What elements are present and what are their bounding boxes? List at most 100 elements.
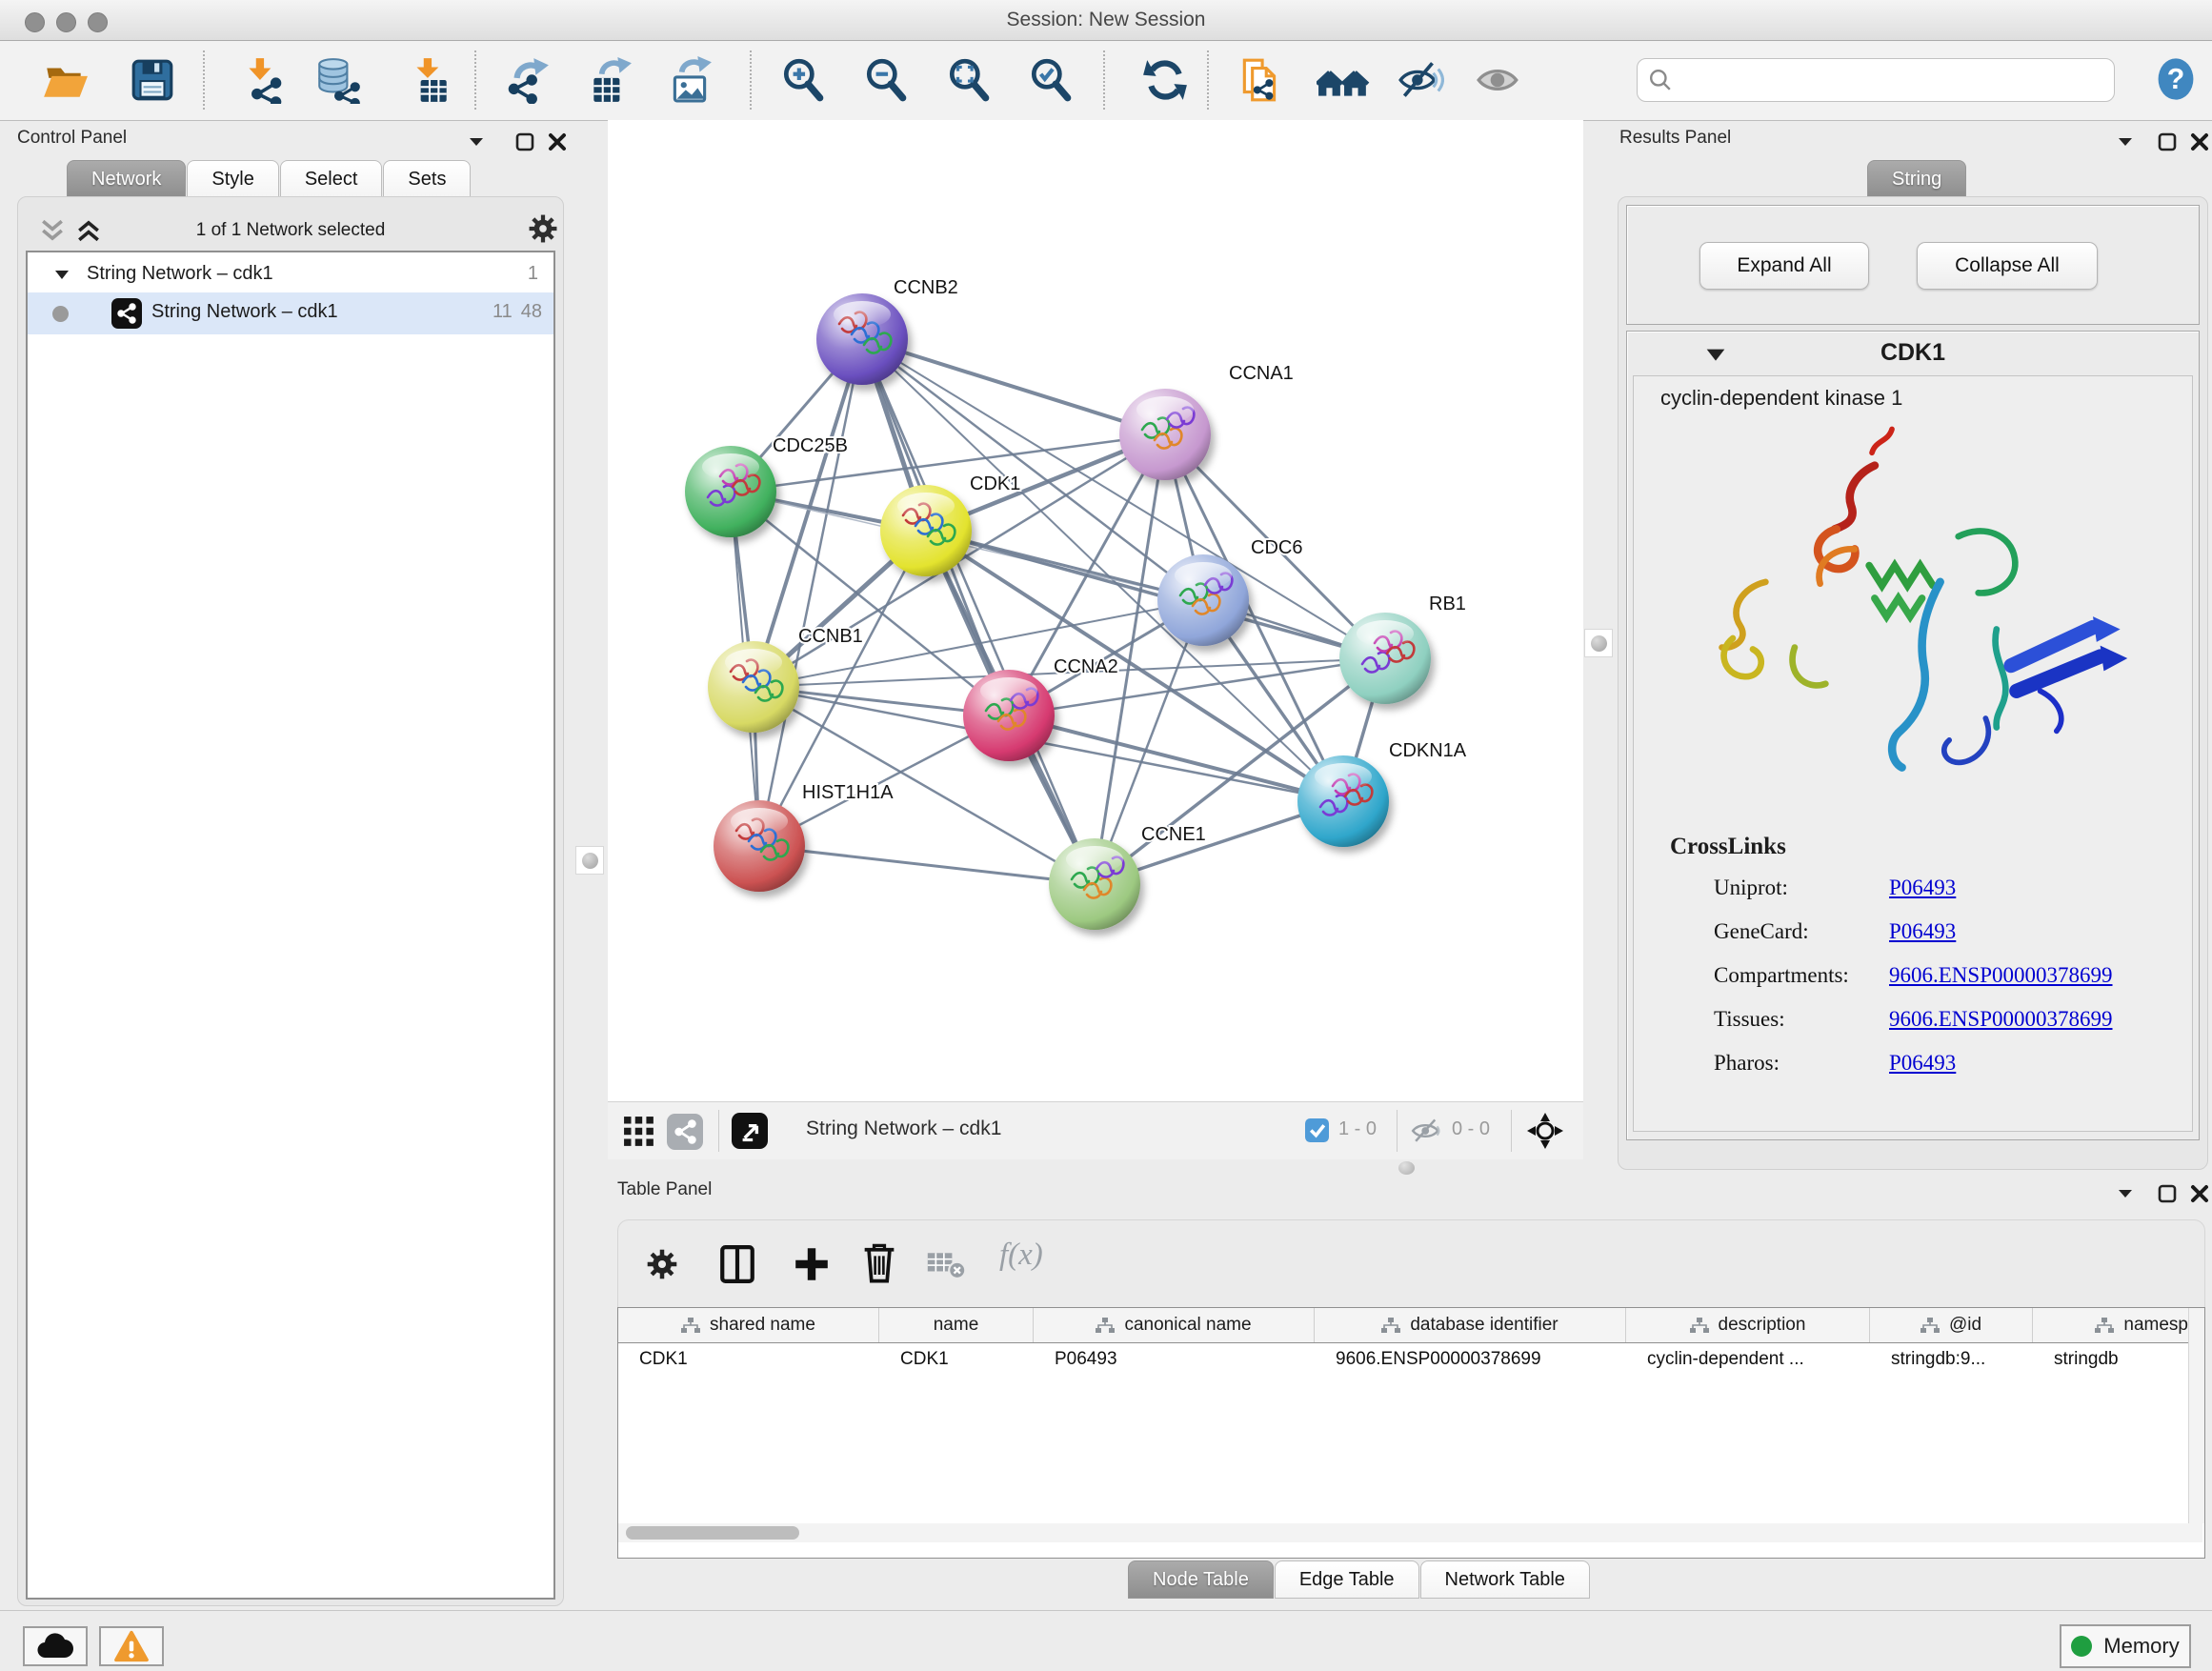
table-cell[interactable]: stringdb (2033, 1342, 2205, 1377)
network-collection-row[interactable]: String Network – cdk1 1 (28, 258, 553, 292)
tab-sets[interactable]: Sets (383, 160, 471, 198)
column-header-description[interactable]: description (1626, 1308, 1870, 1342)
hide-selected-button[interactable] (1397, 56, 1444, 104)
table-hscrollbar-thumb[interactable] (626, 1526, 799, 1540)
table-cell[interactable]: cyclin-dependent ... (1626, 1342, 1870, 1377)
left-splitter-handle[interactable] (575, 846, 604, 875)
network-node-CCNE1[interactable] (1049, 838, 1140, 930)
table-vscrollbar-track[interactable] (2188, 1308, 2204, 1523)
network-node-CCNB2[interactable] (816, 293, 908, 385)
panel-menu-icon[interactable] (2113, 130, 2138, 154)
network-overview-icon[interactable] (667, 1114, 703, 1150)
network-node-CDK1[interactable] (880, 485, 972, 576)
crosslink-value[interactable]: P06493 (1889, 1051, 1956, 1076)
clone-network-button[interactable] (1237, 56, 1284, 104)
panel-menu-icon[interactable] (464, 130, 489, 154)
column-header-database-identifier[interactable]: database identifier (1315, 1308, 1626, 1342)
tab-string[interactable]: String (1867, 160, 1966, 198)
network-node-CDKN1A[interactable] (1297, 755, 1389, 847)
birds-eye-view-icon[interactable] (1526, 1112, 1564, 1150)
gear-icon[interactable] (527, 212, 559, 245)
tab-style[interactable]: Style (187, 160, 278, 198)
network-node-HIST1H1A[interactable] (714, 800, 805, 892)
close-panel-icon[interactable] (2187, 1181, 2212, 1206)
panel-menu-icon[interactable] (2113, 1181, 2138, 1206)
warning-status-button[interactable] (99, 1626, 164, 1666)
network-node-CCNA2[interactable] (963, 670, 1055, 761)
search-field[interactable] (1637, 58, 2115, 102)
toolbar-separator (750, 50, 752, 110)
column-header-shared-name[interactable]: shared name (618, 1308, 879, 1342)
network-node-CCNA1[interactable] (1119, 389, 1211, 480)
network-node-CCNB1[interactable] (708, 641, 799, 733)
column-header--id[interactable]: @id (1870, 1308, 2033, 1342)
import-network-from-database-button[interactable] (313, 56, 361, 104)
table-cell[interactable]: 9606.ENSP00000378699 (1315, 1342, 1626, 1377)
detach-view-icon[interactable] (732, 1113, 768, 1149)
grid-view-icon[interactable] (623, 1116, 655, 1148)
tab-select[interactable]: Select (280, 160, 383, 198)
title-bar: Session: New Session (0, 0, 2212, 41)
tab-node-table[interactable]: Node Table (1128, 1560, 1274, 1599)
memory-button[interactable]: Memory (2060, 1624, 2191, 1668)
open-session-button[interactable] (41, 56, 89, 104)
crosslink-value[interactable]: 9606.ENSP00000378699 (1889, 963, 2113, 988)
import-table-from-file-button[interactable] (406, 56, 453, 104)
table-cell[interactable]: P06493 (1034, 1342, 1315, 1377)
float-panel-icon[interactable] (2155, 1181, 2180, 1206)
clone-network-icon (1237, 56, 1284, 104)
crosslink-value[interactable]: 9606.ENSP00000378699 (1889, 1007, 2113, 1032)
import-network-from-file-button[interactable] (238, 56, 286, 104)
help-button[interactable]: ? (2151, 54, 2199, 102)
table-row[interactable]: CDK1CDK1P064939606.ENSP00000378699cyclin… (618, 1342, 2205, 1377)
export-table-button[interactable] (586, 56, 633, 104)
zoom-in-button[interactable] (779, 56, 827, 104)
crosslink-value[interactable]: P06493 (1889, 876, 1956, 900)
export-network-button[interactable] (503, 56, 551, 104)
float-panel-icon[interactable] (513, 130, 537, 154)
tab-edge-table[interactable]: Edge Table (1275, 1560, 1419, 1599)
cloud-status-button[interactable] (23, 1626, 88, 1666)
table-gear-icon[interactable] (645, 1247, 679, 1281)
network-node-CDC6[interactable] (1157, 554, 1249, 646)
crosslink-value[interactable]: P06493 (1889, 919, 1956, 944)
close-panel-icon[interactable] (545, 130, 570, 154)
table-cell[interactable]: stringdb:9... (1870, 1342, 2033, 1377)
tab-network-table[interactable]: Network Table (1420, 1560, 1590, 1599)
search-icon (1649, 69, 1672, 91)
show-columns-icon[interactable] (717, 1243, 757, 1285)
search-input[interactable] (1678, 63, 2101, 95)
delete-column-icon[interactable] (860, 1241, 898, 1285)
network-node-CDC25B[interactable] (685, 446, 776, 537)
tab-network[interactable]: Network (67, 160, 186, 198)
control-panel-tabs: NetworkStyleSelectSets (67, 160, 472, 198)
toolbar-separator (1103, 50, 1105, 110)
refresh-view-button[interactable] (1141, 56, 1189, 104)
crosslink-label: Uniprot: (1714, 876, 1788, 900)
tree-expander-icon[interactable] (54, 268, 70, 281)
show-all-button[interactable] (1475, 56, 1522, 104)
save-session-button[interactable] (129, 56, 176, 104)
collapse-all-button[interactable]: Collapse All (1917, 242, 2098, 290)
column-header-name[interactable]: name (879, 1308, 1034, 1342)
table-hscrollbar-track[interactable] (618, 1523, 2202, 1542)
network-canvas[interactable]: CCNB2CCNA1CDC25BCDK1CDC6RB1CCNB1CCNA2CDK… (608, 120, 1583, 1101)
zoom-fit-button[interactable] (945, 56, 993, 104)
right-splitter-handle[interactable] (1584, 629, 1613, 657)
float-panel-icon[interactable] (2155, 130, 2180, 154)
add-column-icon[interactable] (792, 1243, 832, 1285)
network-node-RB1[interactable] (1339, 613, 1431, 704)
expand-all-button[interactable]: Expand All (1699, 242, 1869, 290)
close-panel-icon[interactable] (2187, 130, 2212, 154)
selected-checkbox-icon[interactable] (1305, 1118, 1329, 1142)
zoom-out-button[interactable] (862, 56, 910, 104)
network-row-selected[interactable]: String Network – cdk1 11 48 (28, 292, 553, 334)
column-header-canonical-name[interactable]: canonical name (1034, 1308, 1315, 1342)
column-header-namespace[interactable]: namespace (2033, 1308, 2205, 1342)
table-cell[interactable]: CDK1 (879, 1342, 1034, 1377)
first-neighbors-button[interactable] (1317, 56, 1364, 104)
export-image-button[interactable] (666, 56, 714, 104)
horizontal-splitter-handle[interactable] (1398, 1161, 1415, 1175)
table-cell[interactable]: CDK1 (618, 1342, 879, 1377)
zoom-selected-button[interactable] (1027, 56, 1075, 104)
